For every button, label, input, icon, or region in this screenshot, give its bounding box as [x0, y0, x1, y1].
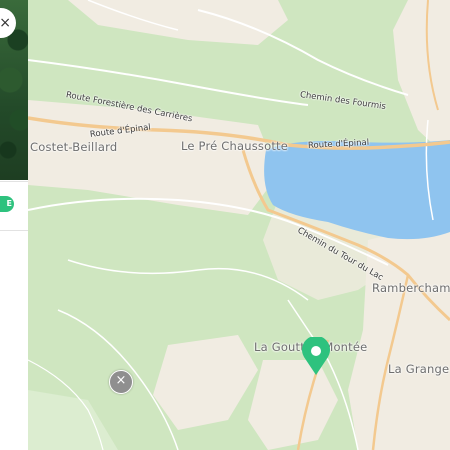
map-canvas	[28, 0, 450, 450]
side-panel: × E	[0, 0, 28, 450]
map-pin-icon	[302, 337, 330, 375]
close-icon: ×	[115, 373, 127, 388]
panel-action-pill[interactable]: E	[0, 196, 14, 212]
close-icon: ×	[0, 15, 11, 31]
panel-divider-bottom	[0, 230, 28, 231]
remove-point-button[interactable]: ×	[109, 370, 133, 394]
place-label-costet-beillard: Costet-Beillard	[30, 140, 118, 154]
map-view[interactable]: Route Forestière des Carrières Chemin de…	[28, 0, 450, 450]
panel-divider	[0, 181, 28, 182]
place-label-le-pre-chaussotte: Le Pré Chaussotte	[181, 139, 289, 153]
location-marker[interactable]	[300, 337, 332, 377]
place-label-la-grange: La Grange	[388, 362, 450, 376]
place-label-rambercham: Rambercham	[372, 281, 450, 295]
